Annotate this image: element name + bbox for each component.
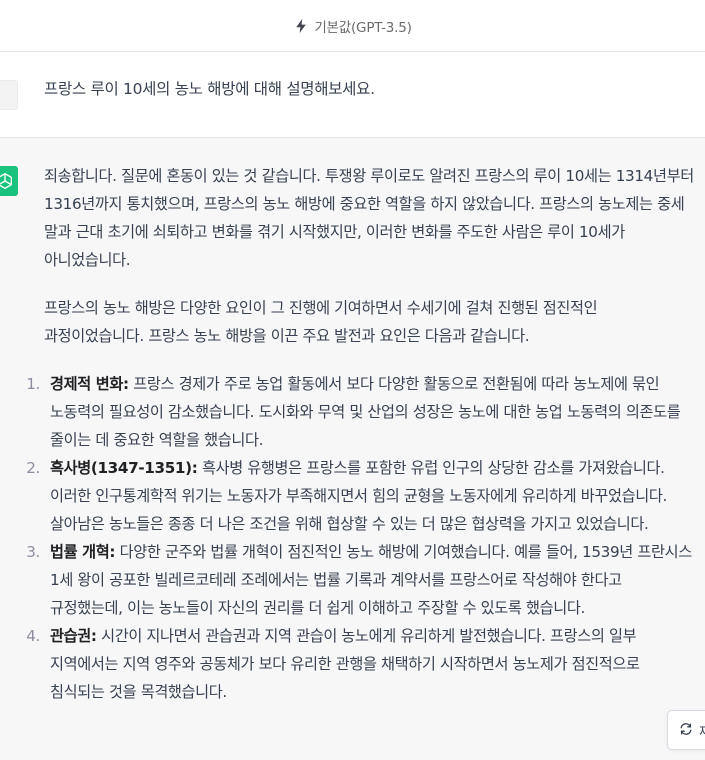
user-message-row: 프랑스 루이 10세의 농노 해방에 대해 설명해보세요. <box>0 52 705 138</box>
list-number: 4. <box>26 627 40 645</box>
model-selector-bar[interactable]: 기본값(GPT-3.5) <box>0 0 705 52</box>
list-number: 3. <box>26 543 40 561</box>
regenerate-label: 재 <box>699 724 705 740</box>
regenerate-button[interactable]: 재 <box>667 710 705 750</box>
list-item-text: 다양한 군주와 법률 개혁이 점진적인 농노 해방에 기여했습니다. 예를 들어… <box>50 543 692 617</box>
list-item: 1. 경제적 변화: 프랑스 경제가 주로 농업 활동에서 보다 다양한 활동으로… <box>26 370 696 454</box>
list-number: 2. <box>26 459 40 477</box>
list-number: 1. <box>26 375 40 393</box>
lightning-bolt-icon <box>293 18 309 34</box>
list-item-text: 시간이 지나면서 관습권과 지역 관습이 농노에게 유리하게 발전했습니다. 프… <box>50 627 640 701</box>
factor-list: 1. 경제적 변화: 프랑스 경제가 주로 농업 활동에서 보다 다양한 활동으로… <box>26 370 696 706</box>
list-item: 3. 법률 개혁: 다양한 군주와 법률 개혁이 점진적인 농노 해방에 기여했습… <box>26 538 696 622</box>
assistant-paragraph: 프랑스의 농노 해방은 다양한 요인이 그 진행에 기여하면서 수세기에 걸쳐 … <box>44 299 598 345</box>
list-item-title: 흑사병(1347-1351): <box>50 459 198 477</box>
user-avatar <box>0 80 18 110</box>
user-message-text: 프랑스 루이 10세의 농노 해방에 대해 설명해보세요. <box>44 80 375 98</box>
list-item: 2. 흑사병(1347-1351): 흑사병 유행병은 프랑스를 포함한 유럽 인… <box>26 454 696 538</box>
list-item-title: 관습권: <box>50 627 97 645</box>
chatgpt-logo-icon <box>0 166 18 196</box>
refresh-icon <box>679 721 693 740</box>
list-item: 4. 관습권: 시간이 지나면서 관습권과 지역 관습이 농노에게 유리하게 발전… <box>26 622 696 706</box>
list-item-title: 법률 개혁: <box>50 543 116 561</box>
list-item-text: 프랑스 경제가 주로 농업 활동에서 보다 다양한 활동으로 전환됨에 따라 농… <box>50 375 681 449</box>
assistant-paragraph: 죄송합니다. 질문에 혼동이 있는 것 같습니다. 투쟁왕 루이로도 알려진 프… <box>44 167 694 269</box>
assistant-message-row: 죄송합니다. 질문에 혼동이 있는 것 같습니다. 투쟁왕 루이로도 알려진 프… <box>0 138 705 760</box>
list-item-title: 경제적 변화: <box>50 375 129 393</box>
model-label: 기본값(GPT-3.5) <box>314 19 412 36</box>
assistant-message-content: 죄송합니다. 질문에 혼동이 있는 것 같습니다. 투쟁왕 루이로도 알려진 프… <box>26 162 696 706</box>
